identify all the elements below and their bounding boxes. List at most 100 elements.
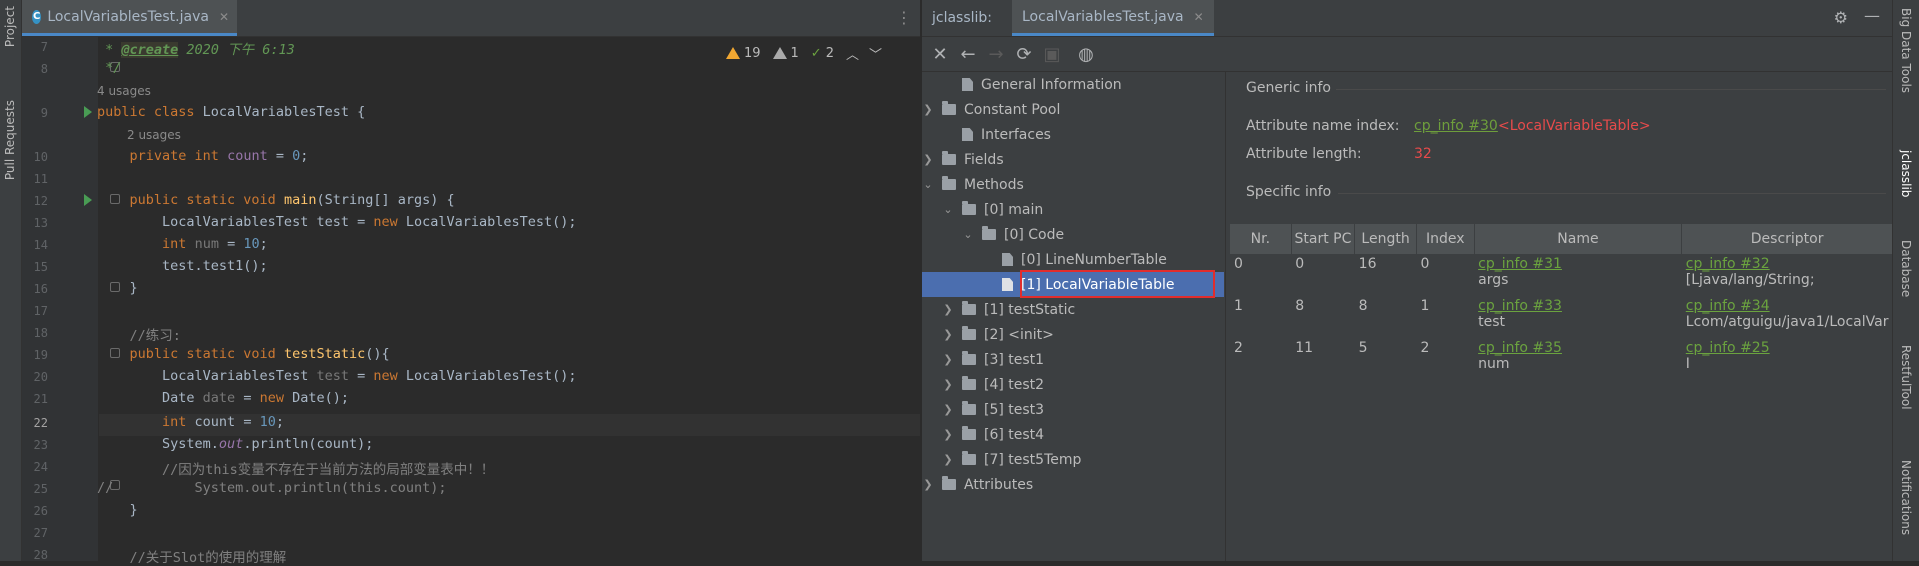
code-line[interactable]: // System.out.println(this.count);	[97, 480, 447, 496]
code-line[interactable]: */	[97, 60, 121, 76]
tree-node-linenumbertable[interactable]: [0] LineNumberTable	[1002, 247, 1167, 272]
code-line[interactable]: public class LocalVariablesTest {	[97, 104, 365, 120]
attr-length-label: Attribute length:	[1246, 146, 1362, 162]
column-header-start-pc[interactable]: Start PC	[1291, 224, 1356, 254]
chevron-right-icon[interactable]: ❯	[922, 103, 934, 116]
chevron-right-icon[interactable]: ❯	[942, 328, 954, 341]
jclasslib-toolbar: ✕ ← → ⟳ ▣ ◍	[922, 37, 1892, 72]
tree-node-main[interactable]: ⌄ [0] main	[942, 197, 1043, 222]
chevron-down-icon[interactable]: ⌄	[922, 178, 934, 191]
save-icon[interactable]: ▣	[1038, 40, 1066, 68]
gear-icon[interactable]: ⚙	[1834, 8, 1848, 27]
jclasslib-tab-localvariablestest[interactable]: LocalVariablesTest.java ✕	[1012, 0, 1214, 36]
code-line[interactable]: Date date = new Date();	[97, 390, 349, 406]
notifications-button[interactable]: Notifications	[1899, 460, 1913, 535]
folder-icon	[942, 101, 956, 115]
chevron-down-icon[interactable]: ⌄	[942, 203, 954, 216]
restfultool-button[interactable]: RestfulTool	[1899, 345, 1913, 410]
attr-name-index-link[interactable]: cp_info #30	[1414, 118, 1498, 134]
column-header-name[interactable]: Name	[1474, 224, 1683, 254]
tree-node-test2[interactable]: ❯ [4] test2	[942, 372, 1044, 397]
code-line[interactable]: //练习:	[97, 324, 181, 344]
run-main-icon[interactable]	[84, 106, 92, 118]
tree-node-constant-pool[interactable]: ❯ Constant Pool	[922, 97, 1060, 122]
column-header-descriptor[interactable]: Descriptor	[1681, 224, 1893, 254]
tree-node-interfaces[interactable]: Interfaces	[942, 122, 1051, 147]
descriptor-cp-link[interactable]: cp_info #34	[1686, 298, 1889, 314]
name-cp-link[interactable]: cp_info #31	[1478, 256, 1678, 272]
tree-node-test4[interactable]: ❯ [6] test4	[942, 422, 1044, 447]
code-line[interactable]: test.test1();	[97, 258, 268, 274]
column-header-length[interactable]: Length	[1354, 224, 1417, 254]
tree-node-test1[interactable]: ❯ [3] test1	[942, 347, 1044, 372]
tree-node-methods[interactable]: ⌄ Methods	[922, 172, 1024, 197]
refresh-icon[interactable]: ⟳	[1010, 40, 1038, 68]
code-line-current[interactable]: int count = 10;	[97, 414, 284, 430]
descriptor-cp-link[interactable]: cp_info #25	[1686, 340, 1889, 356]
name-cp-link[interactable]: cp_info #33	[1478, 298, 1678, 314]
chevron-right-icon[interactable]: ❯	[942, 378, 954, 391]
chevron-down-icon[interactable]: ﹀	[869, 44, 882, 63]
code-line[interactable]: }	[97, 280, 138, 296]
chevron-right-icon[interactable]: ❯	[942, 303, 954, 316]
tree-node-test5temp[interactable]: ❯ [7] test5Temp	[942, 447, 1081, 472]
table-row[interactable]: 2 11 5 2 cp_info #35 num cp_info #25 I	[1230, 338, 1893, 380]
code-line[interactable]: int num = 10;	[97, 236, 268, 252]
tree-node-code[interactable]: ⌄ [0] Code	[962, 222, 1064, 247]
chevron-right-icon[interactable]: ❯	[942, 353, 954, 366]
code-line[interactable]: LocalVariablesTest test = new LocalVaria…	[97, 214, 577, 230]
tree-node-init[interactable]: ❯ [2] <init>	[942, 322, 1054, 347]
tree-node-teststatic[interactable]: ❯ [1] testStatic	[942, 297, 1075, 322]
forward-arrow-icon[interactable]: →	[982, 40, 1010, 68]
line-number-current: 22	[33, 416, 48, 430]
code-line[interactable]: System.out.println(count);	[97, 436, 373, 452]
minimize-icon[interactable]: —	[1864, 6, 1880, 25]
usages-hint[interactable]: 2 usages	[127, 128, 181, 142]
close-icon[interactable]: ✕	[1194, 10, 1204, 24]
chevron-right-icon[interactable]: ❯	[942, 428, 954, 441]
pull-requests-tool-button[interactable]: Pull Requests	[3, 100, 17, 180]
inspection-widget[interactable]: 19 1 ✓ 2 ︿ ﹀	[725, 42, 882, 64]
descriptor-cp-link[interactable]: cp_info #32	[1686, 256, 1889, 272]
generic-info-heading: Generic info	[1246, 80, 1331, 96]
database-tool-button[interactable]: Database	[1899, 240, 1913, 297]
table-row[interactable]: 0 0 16 0 cp_info #31 args cp_info #32 [Lja…	[1230, 254, 1893, 296]
tree-node-test3[interactable]: ❯ [5] test3	[942, 397, 1044, 422]
usages-hint[interactable]: 4 usages	[97, 84, 151, 98]
big-data-tools-button[interactable]: Big Data Tools	[1899, 8, 1913, 93]
tree-node-general[interactable]: General Information	[942, 72, 1122, 97]
tree-node-attributes[interactable]: ❯ Attributes	[922, 472, 1033, 497]
code-line[interactable]: }	[97, 502, 138, 518]
column-header-index[interactable]: Index	[1416, 224, 1475, 254]
chevron-right-icon[interactable]: ❯	[942, 453, 954, 466]
name-cp-link[interactable]: cp_info #35	[1478, 340, 1678, 356]
chevron-right-icon[interactable]: ❯	[922, 478, 934, 491]
web-icon[interactable]: ◍	[1072, 40, 1100, 68]
chevron-right-icon[interactable]: ❯	[922, 153, 934, 166]
column-header-nr[interactable]: Nr.	[1230, 224, 1292, 254]
code-line[interactable]: public static void testStatic(){	[97, 346, 390, 362]
close-icon[interactable]: ✕	[219, 10, 229, 24]
chevron-right-icon[interactable]: ❯	[942, 403, 954, 416]
code-line[interactable]: LocalVariablesTest test = new LocalVaria…	[97, 368, 577, 384]
cell-start-pc: 8	[1295, 298, 1305, 314]
code-line[interactable]: public static void main(String[] args) {	[97, 192, 455, 208]
more-icon[interactable]: ⋮	[896, 8, 912, 27]
code-line[interactable]: * @create 2020 下午 6:13	[97, 38, 295, 58]
folder-icon	[962, 351, 976, 365]
back-arrow-icon[interactable]: ←	[954, 40, 982, 68]
code-line[interactable]: //关于Slot的使用的理解	[97, 546, 287, 566]
chevron-up-icon[interactable]: ︿	[846, 44, 859, 63]
run-main-icon[interactable]	[84, 194, 92, 206]
jclasslib-tool-button[interactable]: jclasslib	[1899, 150, 1913, 197]
code-line[interactable]: //因为this变量不存在于当前方法的局部变量表中！！	[97, 458, 494, 478]
tree-node-label: [0] main	[984, 201, 1044, 218]
editor-tab-localvariablestest[interactable]: C LocalVariablesTest.java ✕	[22, 0, 237, 36]
chevron-down-icon[interactable]: ⌄	[962, 228, 974, 241]
tree-node-fields[interactable]: ❯ Fields	[922, 147, 1004, 172]
table-row[interactable]: 1 8 8 1 cp_info #33 test cp_info #34 Lcom/…	[1230, 296, 1893, 338]
project-tool-button[interactable]: Project	[3, 6, 17, 47]
java-class-icon: C	[32, 9, 42, 24]
code-line[interactable]: private int count = 0;	[97, 148, 309, 164]
close-icon[interactable]: ✕	[926, 40, 954, 68]
